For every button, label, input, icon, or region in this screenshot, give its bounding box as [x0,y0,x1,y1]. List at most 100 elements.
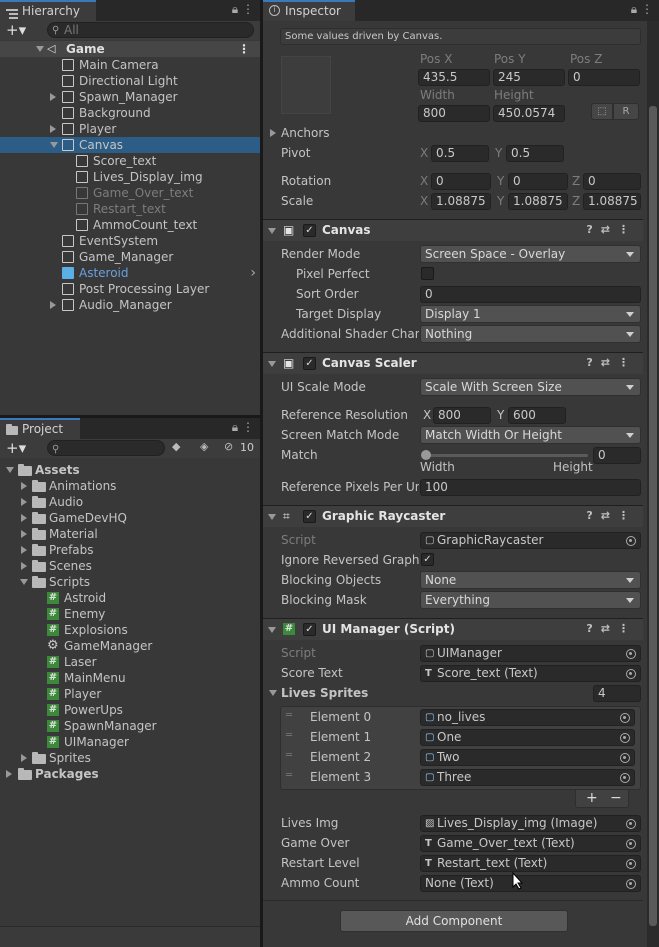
expand-arrow-icon[interactable] [21,514,27,522]
script-item[interactable]: # Explosions [0,622,260,638]
hierarchy-item[interactable]: Post Processing Layer [0,281,260,297]
hierarchy-item[interactable]: Main Camera [0,57,260,73]
tab-inspector[interactable]: i Inspector [263,0,355,21]
anchor-presets-button[interactable] [281,56,331,114]
collapse-arrow-icon[interactable] [20,579,28,585]
script-item[interactable]: ⚙ GameManager [0,638,260,654]
enabled-checkbox[interactable]: ✓ [303,224,316,237]
ignore-reversed-checkbox[interactable]: ✓ [421,553,434,566]
scale-x-field[interactable]: 1.08875 [431,193,491,210]
hierarchy-item[interactable]: Spawn_Manager [0,89,260,105]
shader-channels-dropdown[interactable]: Nothing [420,325,641,343]
enabled-checkbox[interactable]: ✓ [303,510,316,523]
object-picker-icon[interactable] [626,859,636,869]
sprite-element-field[interactable]: ▢ no_lives [420,709,635,726]
expand-arrow-icon[interactable] [21,562,27,570]
expand-arrow-icon[interactable] [21,498,27,506]
object-picker-icon[interactable] [626,819,636,829]
scripts-folder[interactable]: Scripts [0,574,260,590]
ui-manager-header[interactable]: # ✓ UI Manager (Script) ?⇄⋮ [263,618,643,640]
sprite-element-field[interactable]: ▢ Three [420,769,635,786]
raw-edit-button[interactable]: R [613,103,639,120]
rot-x-field[interactable]: 0 [431,173,491,190]
lives-sprites-size-field[interactable]: 4 [593,685,641,702]
expand-arrow-icon[interactable] [50,93,56,101]
score-text-field[interactable]: T Score_text (Text) [420,665,641,682]
script-item[interactable]: # PowerUps [0,702,260,718]
pixel-perfect-checkbox[interactable] [421,267,434,280]
hierarchy-item[interactable]: Game_Manager [0,249,260,265]
component-header-icons[interactable]: ?⇄⋮ [586,509,637,522]
hidden-packages-icon[interactable]: ⊘ [224,440,233,453]
remove-element-button[interactable]: − [610,790,622,806]
collapse-arrow-icon[interactable] [268,228,276,234]
add-element-button[interactable]: + [586,790,598,806]
hierarchy-item[interactable]: Game_Over_text [0,185,260,201]
expand-arrow-icon[interactable] [21,546,27,554]
expand-arrow-icon[interactable] [21,482,27,490]
enabled-checkbox[interactable]: ✓ [303,623,316,636]
component-header-icons[interactable]: ?⇄⋮ [586,223,637,236]
ref-y-field[interactable]: 600 [508,407,566,424]
scale-y-field[interactable]: 1.08875 [508,193,568,210]
scale-z-field[interactable]: 1.08875 [583,193,641,210]
object-picker-icon[interactable] [620,753,630,763]
assets-folder[interactable]: Assets [0,462,260,478]
project-folder[interactable]: Animations [0,478,260,494]
project-folder[interactable]: Audio [0,494,260,510]
match-slider-handle[interactable] [421,450,431,460]
hierarchy-item[interactable]: EventSystem [0,233,260,249]
collapse-arrow-icon[interactable] [6,467,14,473]
expand-arrow-icon[interactable] [36,46,44,52]
search-input[interactable]: ⚲ All [47,22,254,38]
scene-row[interactable]: ◁ Game ⋮ [0,41,260,57]
posy-field[interactable]: 245 [493,69,565,86]
script-item[interactable]: # SpawnManager [0,718,260,734]
project-folder[interactable]: Prefabs [0,542,260,558]
script-item[interactable]: # MainMenu [0,670,260,686]
lives-sprites-label[interactable]: Lives Sprites [281,686,368,700]
add-button[interactable]: +▾ [6,439,26,457]
collapse-arrow-icon[interactable] [268,361,276,367]
tab-hierarchy[interactable]: Hierarchy [0,0,96,21]
ui-scale-mode-dropdown[interactable]: Scale With Screen Size [420,378,641,396]
target-display-dropdown[interactable]: Display 1 [420,305,641,323]
collapse-arrow-icon[interactable] [268,514,276,520]
drag-handle-icon[interactable]: ═ [286,710,292,721]
add-button[interactable]: +▾ [6,21,26,39]
drag-handle-icon[interactable]: ═ [286,730,292,741]
object-picker-icon[interactable] [626,879,636,889]
scene-menu-icon[interactable]: ⋮ [238,41,250,57]
script-item[interactable]: # Enemy [0,606,260,622]
filter-type-icon[interactable]: ◆ [172,440,180,453]
posz-field[interactable]: 0 [568,69,640,86]
project-folder[interactable]: Material [0,526,260,542]
game-over-field[interactable]: T Game_Over_text (Text) [420,835,641,852]
lives-sprites-arrow-icon[interactable] [269,690,277,696]
rot-z-field[interactable]: 0 [583,173,641,190]
object-picker-icon[interactable] [620,773,630,783]
project-folder[interactable]: GameDevHQ [0,510,260,526]
render-mode-dropdown[interactable]: Screen Space - Overlay [420,245,641,263]
screen-match-mode-dropdown[interactable]: Match Width Or Height [420,426,641,444]
open-prefab-icon[interactable]: › [250,265,256,281]
hierarchy-item[interactable]: Score_text [0,153,260,169]
pivot-y-field[interactable]: 0.5 [506,145,564,162]
hierarchy-item[interactable]: AmmoCount_text [0,217,260,233]
drag-handle-icon[interactable]: ═ [286,770,292,781]
object-picker-icon[interactable] [626,839,636,849]
width-field[interactable]: 800 [418,105,490,122]
script-item[interactable]: # Player [0,686,260,702]
script-item[interactable]: # Astroid [0,590,260,606]
enabled-checkbox[interactable]: ✓ [303,357,316,370]
object-picker-icon[interactable] [620,733,630,743]
project-folder[interactable]: Sprites [0,750,260,766]
expand-arrow-icon[interactable] [50,301,56,309]
hierarchy-item[interactable]: Asteroid › [0,265,260,281]
rot-y-field[interactable]: 0 [508,173,568,190]
inspector-scrollbar[interactable] [647,21,659,947]
sprite-element-field[interactable]: ▢ Two [420,749,635,766]
posx-field[interactable]: 435.5 [418,69,490,86]
expand-arrow-icon[interactable] [6,770,12,778]
hierarchy-item[interactable]: Lives_Display_img [0,169,260,185]
